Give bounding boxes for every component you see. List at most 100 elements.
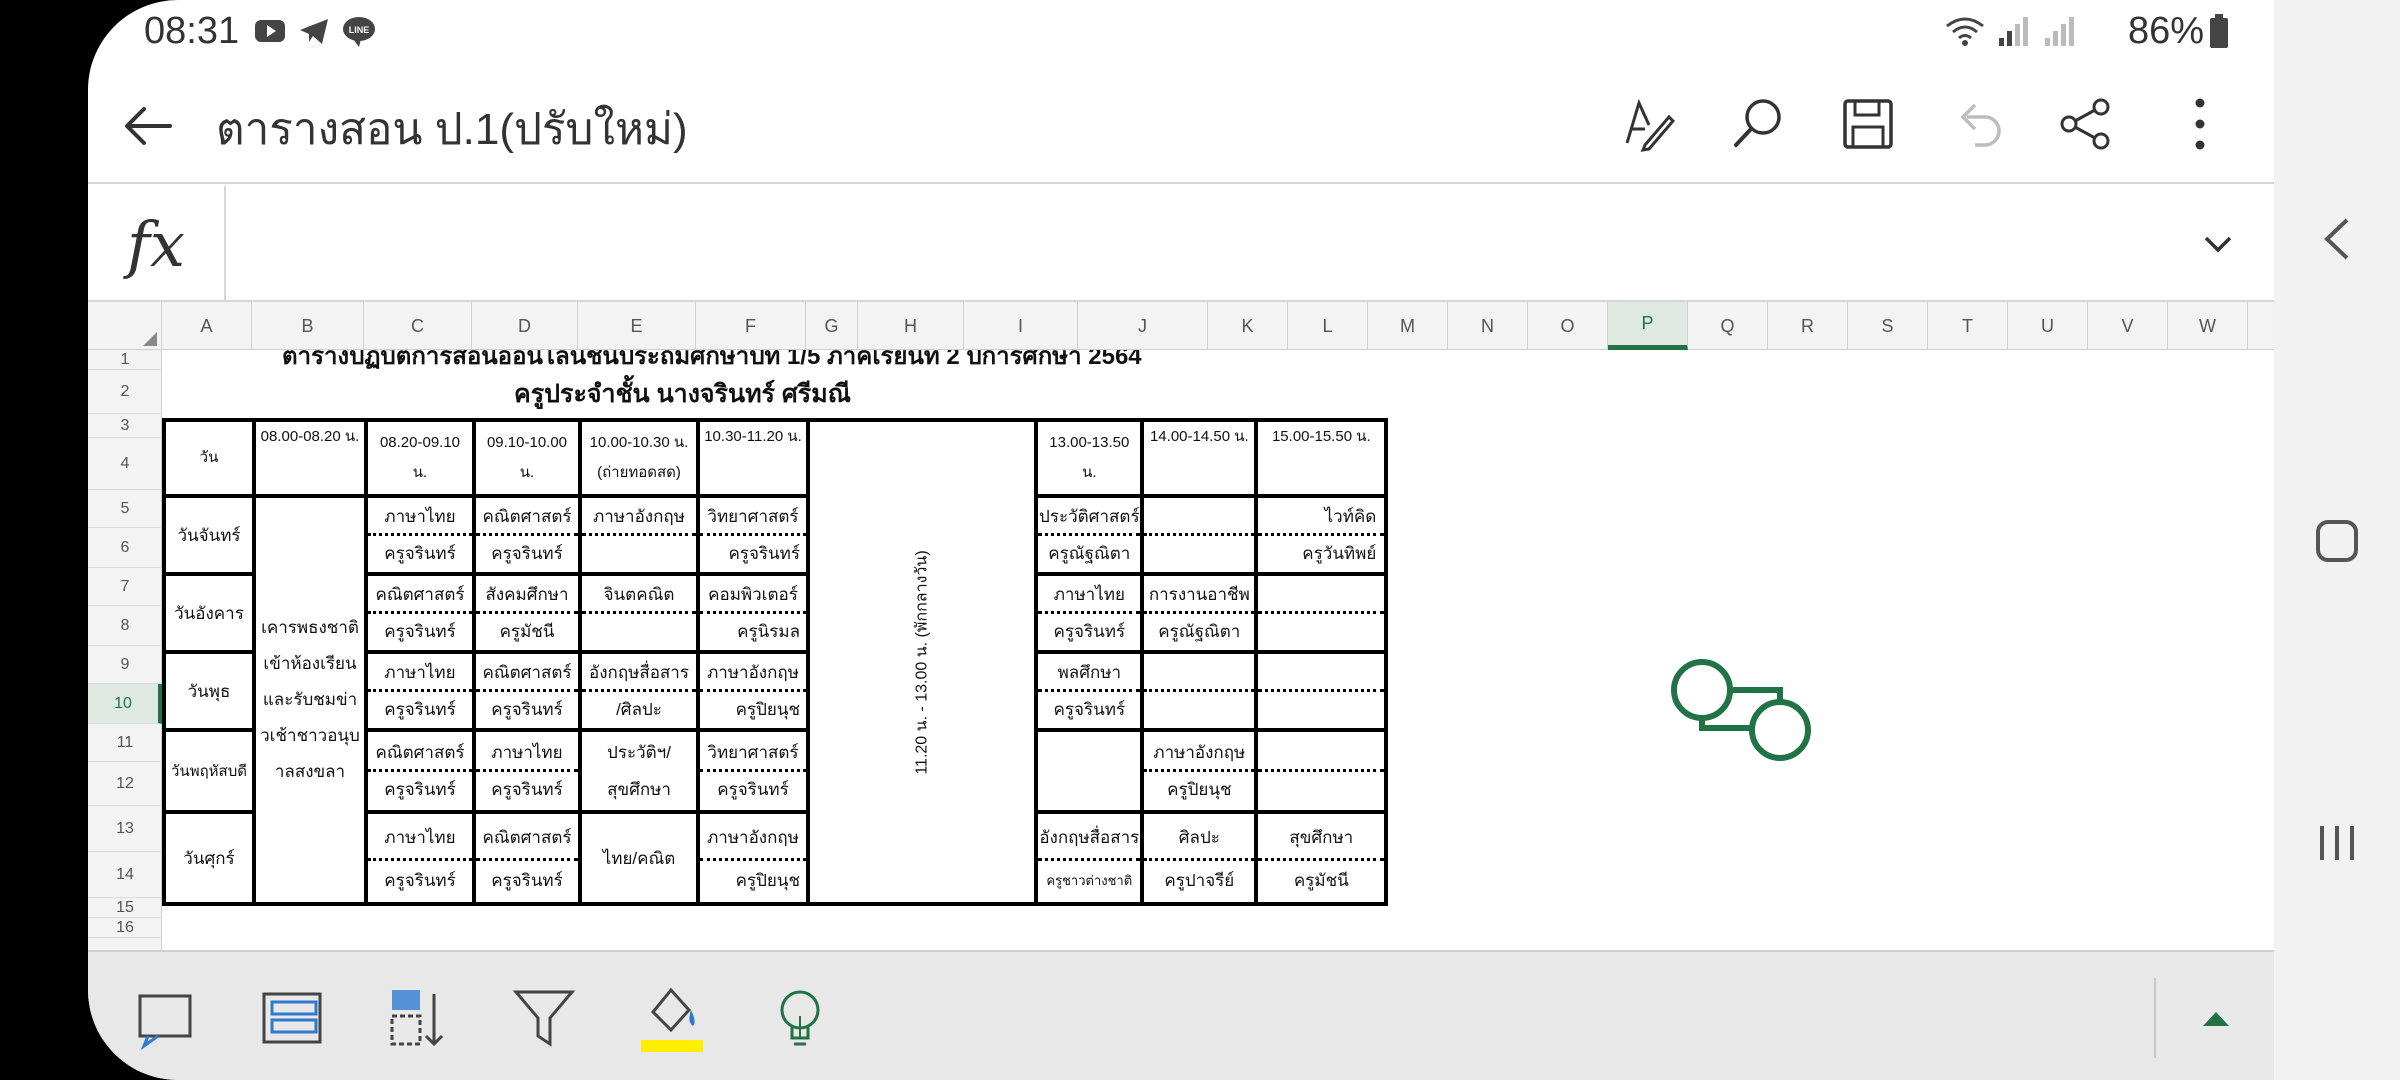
subject-cell[interactable]: คอมพิวเตอร์ ครูนิรมล	[696, 572, 810, 654]
column-header[interactable]: W	[2168, 302, 2248, 350]
subject-cell[interactable]: ภาษาอังกฤษ ครูปิยนุช	[696, 650, 810, 732]
column-header[interactable]: L	[1288, 302, 1368, 350]
freeze-panes-button[interactable]	[256, 982, 328, 1054]
subject-cell[interactable]	[1254, 572, 1389, 654]
column-header[interactable]: A	[162, 302, 252, 350]
subject-cell[interactable]: จินตคณิต	[578, 572, 700, 654]
subject-cell[interactable]: สุขศึกษา ครูมัชนี	[1254, 810, 1389, 906]
row-header[interactable]: 11	[88, 724, 162, 762]
subject-cell[interactable]: ภาษาอังกฤษ ครูปิยนุช	[696, 810, 810, 906]
column-header[interactable]: P	[1608, 302, 1688, 350]
subject-cell[interactable]: ภาษาไทย ครูจรินทร์	[472, 728, 582, 814]
column-header[interactable]: F	[696, 302, 806, 350]
row-header[interactable]: 7	[88, 568, 162, 606]
save-button[interactable]	[1836, 92, 1900, 156]
column-header[interactable]: V	[2088, 302, 2168, 350]
row-header[interactable]: 2	[88, 370, 162, 414]
share-button[interactable]	[2054, 92, 2118, 156]
header-day[interactable]: วัน	[162, 418, 256, 498]
row-header[interactable]: 13	[88, 806, 162, 852]
column-header[interactable]: S	[1848, 302, 1928, 350]
row-header[interactable]: 12	[88, 762, 162, 806]
column-header[interactable]: J	[1078, 302, 1208, 350]
column-header[interactable]: Q	[1688, 302, 1768, 350]
subject-cell[interactable]: ภาษาอังกฤษ	[578, 494, 700, 576]
expand-toolbar-button[interactable]	[2180, 982, 2252, 1054]
subject-cell[interactable]: อังกฤษสื่อสาร ครูชาวต่างชาติ	[1034, 810, 1145, 906]
subject-cell[interactable]: อังกฤษสื่อสาร/ศิลปะ	[578, 650, 700, 732]
column-header[interactable]: T	[1928, 302, 2008, 350]
subject-cell[interactable]: ภาษาไทย ครูจรินทร์	[364, 650, 476, 732]
subject-cell[interactable]	[1034, 728, 1145, 814]
day-label[interactable]: วันพฤหัสบดี	[162, 728, 256, 814]
header-time-7[interactable]: 14.00-14.50 น.	[1140, 418, 1259, 498]
sheet-title-line2[interactable]: ครูประจำชั้น นางจรินทร์ ศรีมณี	[514, 374, 851, 414]
subject-cell[interactable]: ประวัติฯ/สุขศึกษา	[578, 728, 700, 814]
draw-button[interactable]	[1616, 92, 1680, 156]
subject-cell[interactable]: ไทย/คณิต	[578, 810, 700, 906]
subject-cell[interactable]: ศิลปะ ครูปาจรีย์	[1140, 810, 1259, 906]
day-label[interactable]: วันอังคาร	[162, 572, 256, 654]
subject-cell[interactable]: คณิตศาสตร์ ครูจรินทร์	[364, 728, 476, 814]
row-header[interactable]: 1	[88, 350, 162, 370]
lunch-break-cell[interactable]: 11.20 น. - 13.00 น. (พักกลางวัน)	[805, 418, 1039, 906]
column-header[interactable]: N	[1448, 302, 1528, 350]
sheet-grid[interactable]: ตารางปฏิบัติการสอนออนไลน์ชั้นประถมศึกษาป…	[162, 350, 2274, 950]
subject-cell[interactable]: วิทยาศาสตร์ ครูจรินทร์	[696, 728, 810, 814]
subject-cell[interactable]	[1254, 650, 1389, 732]
column-header[interactable]: R	[1768, 302, 1848, 350]
row-header[interactable]: 9	[88, 646, 162, 684]
day-label[interactable]: วันจันทร์	[162, 494, 256, 576]
ideas-button[interactable]	[764, 982, 836, 1054]
header-time-2[interactable]: 08.20-09.10 น.	[364, 418, 476, 498]
header-time-6[interactable]: 13.00-13.50 น.	[1034, 418, 1145, 498]
subject-cell[interactable]: ไวท์คิด ครูวันทิพย์	[1254, 494, 1389, 576]
morning-activity-cell[interactable]: เคารพธงชาติ เข้าห้องเรียน และรับชมข่า วเ…	[252, 494, 368, 906]
more-options-button[interactable]	[2168, 92, 2232, 156]
header-time-8[interactable]: 15.00-15.50 น.	[1254, 418, 1389, 498]
row-header[interactable]: 3	[88, 414, 162, 438]
sort-button[interactable]	[382, 982, 454, 1054]
formula-input[interactable]	[228, 186, 2188, 302]
column-header[interactable]: E	[578, 302, 696, 350]
header-time-4[interactable]: 10.00-10.30 น. (ถ่ายทอดสด)	[578, 418, 700, 498]
column-header[interactable]: G	[806, 302, 858, 350]
subject-cell[interactable]	[1140, 650, 1259, 732]
day-label[interactable]: วันพุธ	[162, 650, 256, 732]
subject-cell[interactable]: สังคมศึกษา ครูมัชนี	[472, 572, 582, 654]
subject-cell[interactable]: ภาษาอังกฤษ ครูปิยนุช	[1140, 728, 1259, 814]
subject-cell[interactable]	[1254, 728, 1389, 814]
row-header[interactable]: 14	[88, 852, 162, 898]
row-header[interactable]: 6	[88, 528, 162, 568]
row-header[interactable]: 15	[88, 898, 162, 918]
chevron-down-icon[interactable]	[2196, 222, 2240, 266]
comment-button[interactable]	[130, 982, 202, 1054]
subject-cell[interactable]: ภาษาไทย ครูจรินทร์	[364, 494, 476, 576]
subject-cell[interactable]: ประวัติศาสตร์ ครูณัฐณิตา	[1034, 494, 1145, 576]
column-header[interactable]: K	[1208, 302, 1288, 350]
day-label[interactable]: วันศุกร์	[162, 810, 256, 906]
search-button[interactable]	[1726, 92, 1790, 156]
column-header[interactable]: U	[2008, 302, 2088, 350]
column-header[interactable]: H	[858, 302, 964, 350]
row-header[interactable]: 16	[88, 918, 162, 938]
subject-cell[interactable]: การงานอาชีพ ครูณัฐณิตา	[1140, 572, 1259, 654]
header-time-1[interactable]: 08.00-08.20 น.	[252, 418, 368, 498]
column-header[interactable]: C	[364, 302, 472, 350]
fx-label[interactable]: fx	[88, 186, 226, 302]
undo-button[interactable]	[1946, 92, 2010, 156]
subject-cell[interactable]: วิทยาศาสตร์ ครูจรินทร์	[696, 494, 810, 576]
filter-button[interactable]	[508, 982, 580, 1054]
connector-shape-icon[interactable]	[1662, 650, 1822, 770]
row-header[interactable]: 8	[88, 606, 162, 646]
column-header[interactable]: I	[964, 302, 1078, 350]
subject-cell[interactable]: พลศึกษา ครูจรินทร์	[1034, 650, 1145, 732]
subject-cell[interactable]: คณิตศาสตร์ ครูจรินทร์	[472, 494, 582, 576]
sheet-title-line1[interactable]: ตารางปฏิบัติการสอนออนไลน์ชั้นประถมศึกษาป…	[282, 350, 1142, 375]
subject-cell[interactable]: คณิตศาสตร์ ครูจรินทร์	[472, 650, 582, 732]
row-header[interactable]: 4	[88, 438, 162, 490]
header-time-3[interactable]: 09.10-10.00 น.	[472, 418, 582, 498]
subject-cell[interactable]: คณิตศาสตร์ ครูจรินทร์	[364, 572, 476, 654]
subject-cell[interactable]: ภาษาไทย ครูจรินทร์	[1034, 572, 1145, 654]
column-header[interactable]: O	[1528, 302, 1608, 350]
